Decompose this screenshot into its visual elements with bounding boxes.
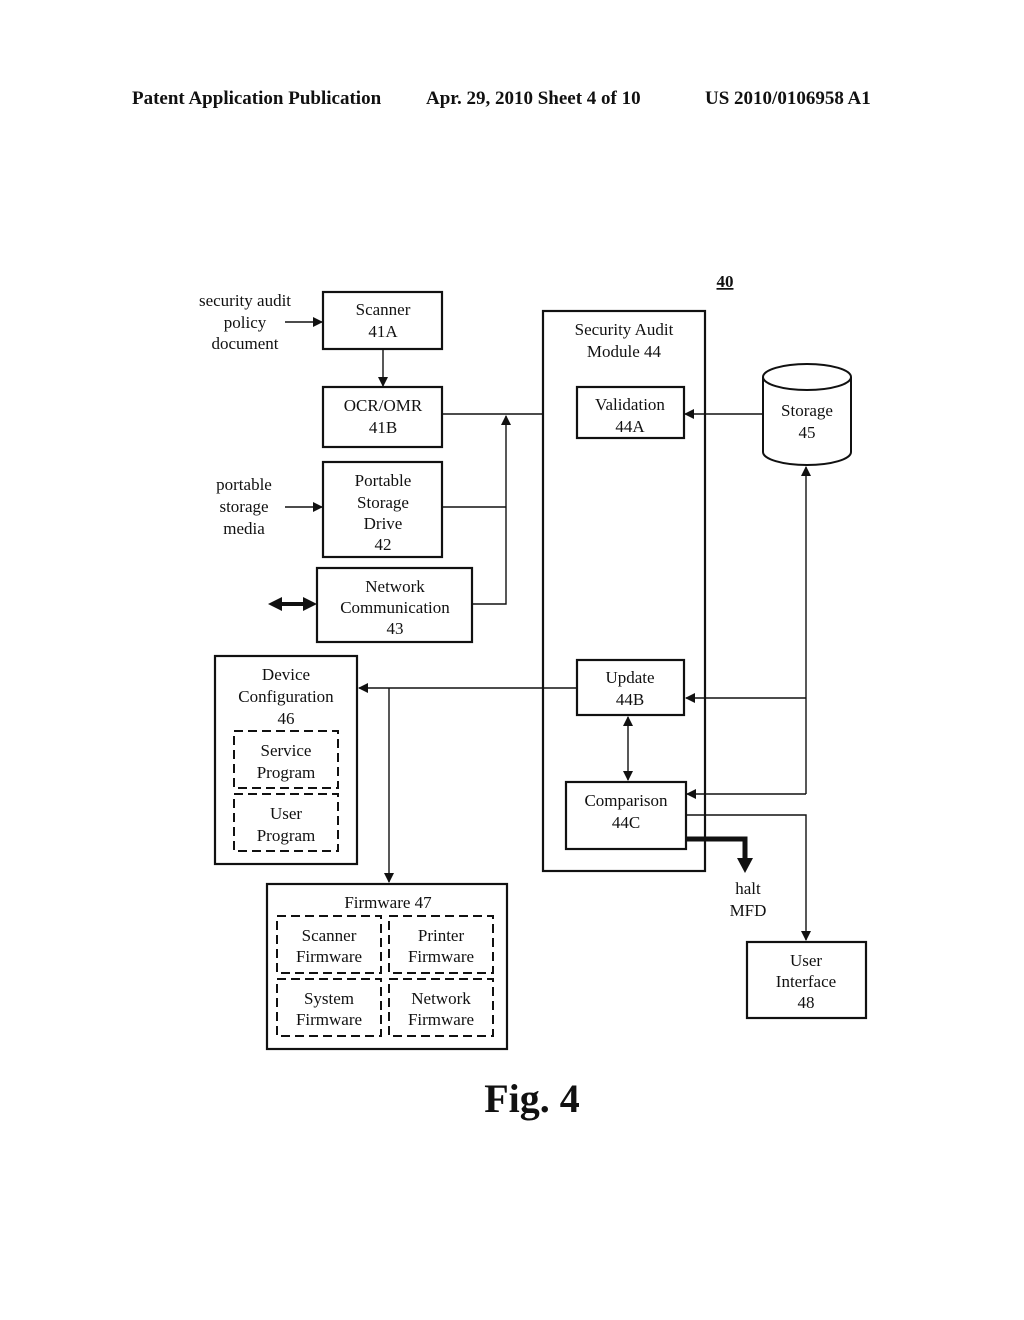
svg-text:Firmware 47: Firmware 47	[344, 893, 432, 912]
svg-text:Security Audit: Security Audit	[575, 320, 674, 339]
svg-text:User: User	[270, 804, 302, 823]
bus-up-arrow	[472, 415, 511, 605]
storage-cylinder: Storage 45	[762, 363, 852, 466]
figure-caption: Fig. 4	[484, 1076, 580, 1121]
svg-text:media: media	[223, 519, 265, 538]
network-bidirectional-arrow	[268, 597, 317, 611]
svg-text:Comparison: Comparison	[584, 791, 668, 810]
ocr-omr-block: OCR/OMR 41B	[321, 385, 444, 449]
scanner-block: Scanner 41A	[321, 290, 444, 351]
svg-text:Drive: Drive	[364, 514, 403, 533]
svg-text:MFD: MFD	[730, 901, 767, 920]
block-diagram: 40 security audit policy document Scanne…	[199, 272, 868, 1121]
svg-text:43: 43	[387, 619, 404, 638]
svg-text:System: System	[304, 989, 354, 1008]
svg-text:44A: 44A	[615, 417, 645, 436]
svg-text:Update: Update	[605, 668, 654, 687]
svg-text:Firmware: Firmware	[408, 947, 474, 966]
update-block: Update 44B	[575, 658, 686, 717]
svg-text:Network: Network	[365, 577, 425, 596]
svg-text:policy: policy	[224, 313, 267, 332]
validation-block: Validation 44A	[575, 385, 686, 440]
svg-text:Configuration: Configuration	[238, 687, 334, 706]
user-interface-block: User Interface 48	[745, 940, 868, 1020]
svg-text:41A: 41A	[368, 322, 398, 341]
svg-text:41B: 41B	[369, 418, 397, 437]
svg-text:42: 42	[375, 535, 392, 554]
svg-text:halt: halt	[735, 879, 761, 898]
svg-text:Storage: Storage	[357, 493, 409, 512]
svg-text:Scanner: Scanner	[356, 300, 411, 319]
portable-media-label: portable storage media	[216, 475, 272, 538]
svg-text:Network: Network	[411, 989, 471, 1008]
policy-document-label: security audit policy document	[199, 291, 291, 353]
svg-text:document: document	[211, 334, 278, 353]
svg-text:Program: Program	[257, 826, 316, 845]
svg-text:44C: 44C	[612, 813, 640, 832]
svg-text:Portable: Portable	[355, 471, 412, 490]
svg-text:Module 44: Module 44	[587, 342, 662, 361]
svg-text:User: User	[790, 951, 822, 970]
comparison-block: Comparison 44C	[564, 780, 688, 851]
svg-text:Printer: Printer	[418, 926, 465, 945]
svg-text:48: 48	[798, 993, 815, 1012]
svg-text:Service: Service	[261, 741, 312, 760]
svg-text:Program: Program	[257, 763, 316, 782]
halt-mfd-label: halt MFD	[730, 879, 767, 920]
svg-text:45: 45	[799, 423, 816, 442]
svg-text:46: 46	[278, 709, 295, 728]
portable-storage-drive-block: Portable Storage Drive 42	[321, 460, 444, 559]
svg-text:Firmware: Firmware	[408, 1010, 474, 1029]
svg-text:Interface: Interface	[776, 972, 836, 991]
svg-text:Scanner: Scanner	[302, 926, 357, 945]
svg-text:Device: Device	[262, 665, 310, 684]
svg-text:Validation: Validation	[595, 395, 665, 414]
network-communication-block: Network Communication 43	[315, 566, 474, 644]
svg-text:storage: storage	[219, 497, 268, 516]
svg-text:Firmware: Firmware	[296, 947, 362, 966]
svg-text:portable: portable	[216, 475, 272, 494]
figure-reference: 40	[717, 272, 734, 291]
svg-text:Storage: Storage	[781, 401, 833, 420]
svg-text:Firmware: Firmware	[296, 1010, 362, 1029]
svg-text:Communication: Communication	[340, 598, 450, 617]
svg-text:security audit: security audit	[199, 291, 291, 310]
svg-text:44B: 44B	[616, 690, 644, 709]
svg-text:OCR/OMR: OCR/OMR	[344, 396, 423, 415]
